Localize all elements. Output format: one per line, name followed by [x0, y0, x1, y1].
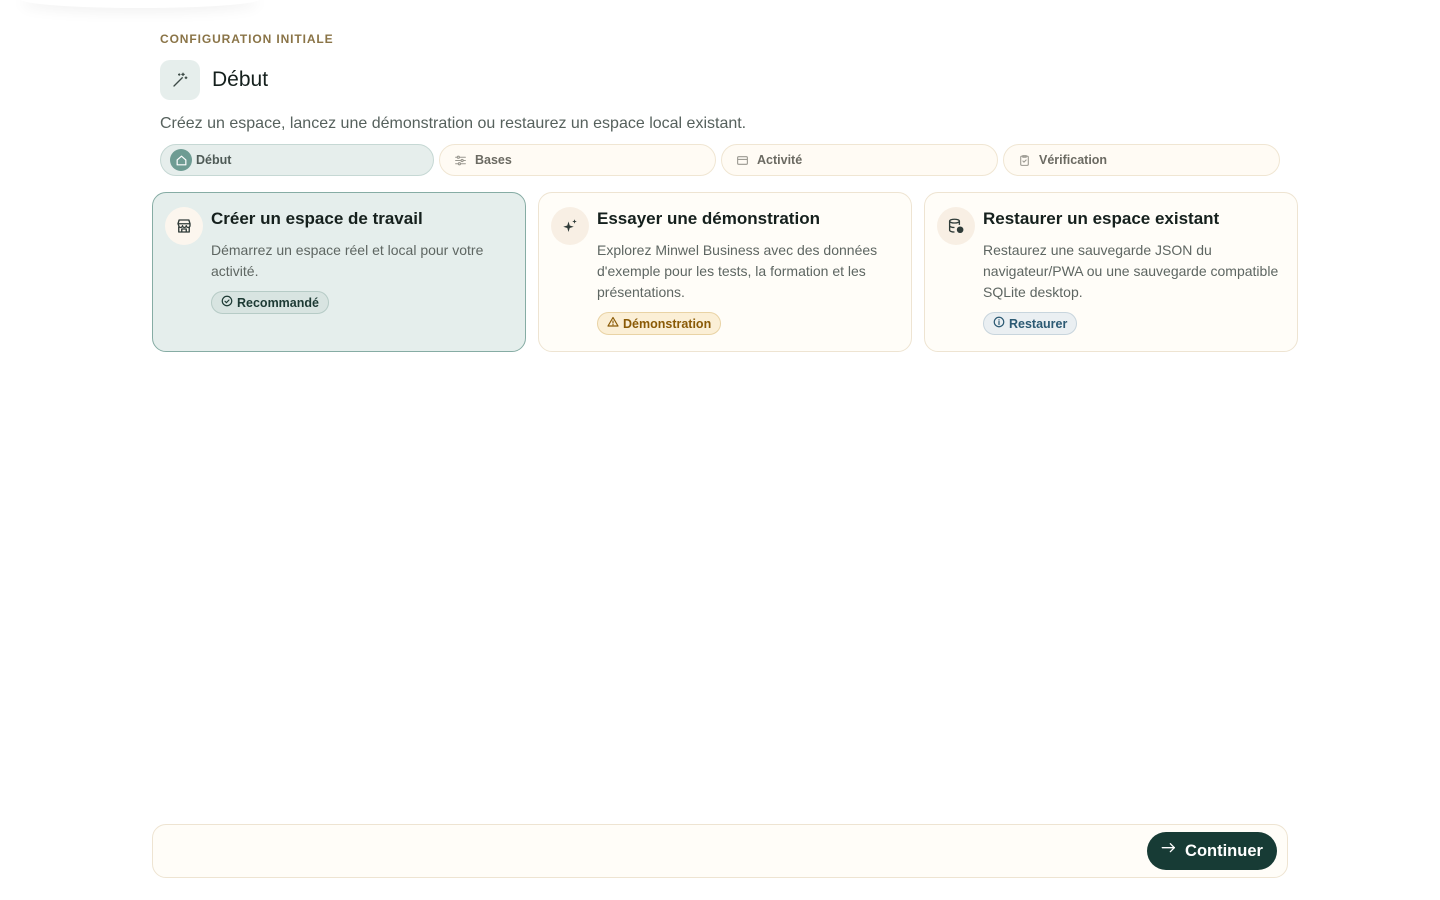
footer-bar: Continuer [152, 824, 1288, 878]
option-title: Restaurer un espace existant [983, 209, 1220, 228]
page-header: Début [160, 60, 268, 100]
option-description: Restaurez une sauvegarde JSON du navigat… [983, 242, 1279, 300]
step-bases[interactable]: Bases [439, 144, 716, 176]
continue-button[interactable]: Continuer [1147, 832, 1277, 870]
restore-badge: Restaurer [983, 312, 1078, 335]
info-icon [993, 316, 1005, 331]
option-description: Explorez Minwel Business avec des donnée… [597, 242, 878, 300]
arrow-right-icon [1161, 842, 1177, 861]
check-circle-icon [221, 295, 233, 310]
card-icon [734, 152, 750, 168]
option-description: Démarrez un espace réel et local pour vo… [211, 242, 484, 279]
home-icon [170, 149, 192, 171]
badge-label: Démonstration [623, 316, 712, 331]
option-title: Essayer une démonstration [597, 209, 820, 228]
badge-label: Restaurer [1009, 316, 1068, 331]
step-label: Début [196, 153, 232, 167]
step-activite[interactable]: Activité [721, 144, 998, 176]
option-title: Créer un espace de travail [211, 209, 423, 228]
clipboard-check-icon [1016, 152, 1032, 168]
option-restore-workspace[interactable]: Restaurer un espace existant Restaurez u… [924, 192, 1298, 352]
demo-badge: Démonstration [597, 312, 722, 335]
option-try-demo[interactable]: Essayer une démonstration Explorez Minwe… [538, 192, 912, 352]
step-verification[interactable]: Vérification [1003, 144, 1280, 176]
sparkles-icon [551, 207, 589, 245]
magic-wand-icon [160, 60, 200, 100]
setup-eyebrow: CONFIGURATION INITIALE [160, 32, 334, 46]
warning-icon [607, 316, 619, 331]
top-shadow-decoration [20, 0, 260, 8]
database-restore-icon [937, 207, 975, 245]
store-icon [165, 207, 203, 245]
continue-label: Continuer [1185, 841, 1263, 860]
option-cards: Créer un espace de travail Démarrez un e… [152, 192, 1298, 352]
page-title: Début [212, 68, 269, 91]
step-label: Activité [757, 153, 803, 167]
setup-stepper: Début Bases Activité Vérification [160, 144, 1280, 176]
page-subtitle: Créez un espace, lancez une démonstratio… [160, 115, 747, 132]
step-debut[interactable]: Début [160, 144, 434, 176]
step-label: Bases [475, 153, 512, 167]
sliders-icon [452, 152, 468, 168]
option-create-workspace[interactable]: Créer un espace de travail Démarrez un e… [152, 192, 526, 352]
badge-label: Recommandé [237, 295, 319, 310]
recommended-badge: Recommandé [211, 291, 329, 314]
step-label: Vérification [1039, 153, 1108, 167]
